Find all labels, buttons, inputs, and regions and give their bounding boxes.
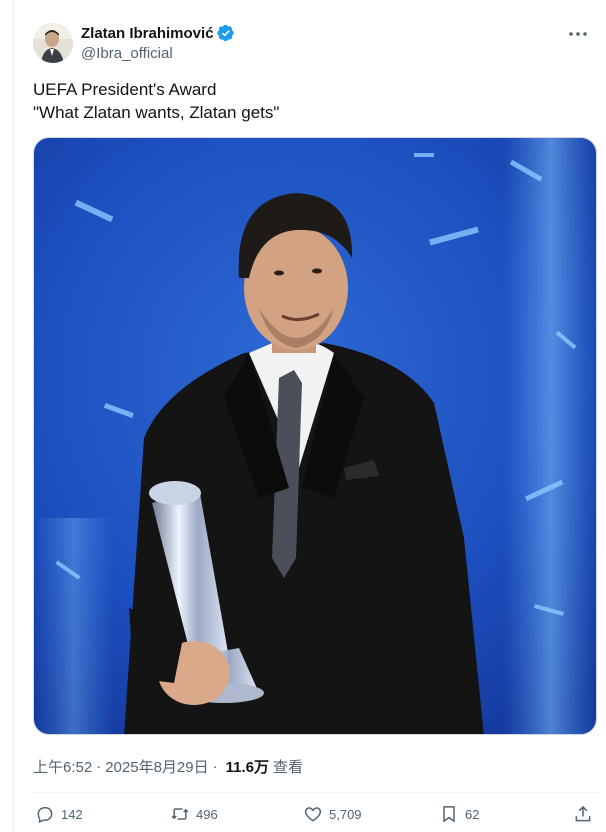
more-icon[interactable]: [565, 24, 591, 44]
tweet-photo[interactable]: [33, 137, 597, 735]
retweet-button[interactable]: 496: [170, 804, 218, 824]
views-label: 查看: [272, 759, 303, 776]
separator: ·: [96, 758, 102, 775]
reply-button[interactable]: 142: [35, 804, 83, 824]
views-count: 11.6万: [225, 759, 269, 776]
tweet-meta: 上午6:52 · 2025年8月29日 · 11.6万 查看: [33, 756, 303, 777]
share-icon: [575, 805, 591, 822]
divider: [33, 792, 597, 793]
avatar[interactable]: [33, 23, 73, 63]
tweet-line: UEFA President's Award: [33, 80, 217, 99]
display-name[interactable]: Zlatan Ibrahimović: [81, 25, 214, 42]
tweet-line: "What Zlatan wants, Zlatan gets": [33, 103, 280, 122]
heart-icon: [304, 807, 322, 822]
bookmark-button[interactable]: 62: [439, 804, 479, 824]
action-bar: 142 496 5,709 62: [33, 802, 597, 832]
tweet-date[interactable]: 2025年8月29日: [105, 756, 208, 777]
retweet-count: 496: [196, 806, 218, 822]
bookmark-count: 62: [465, 806, 480, 822]
like-count: 5,709: [329, 806, 362, 822]
verified-badge-icon: [216, 24, 235, 42]
timeline-border: [13, 0, 14, 832]
tweet-time[interactable]: 上午6:52: [33, 756, 92, 777]
tweet-header: Zlatan Ibrahimović @Ibra_official: [33, 20, 593, 66]
bookmark-icon: [443, 806, 455, 823]
separator: ·: [212, 758, 218, 775]
like-button[interactable]: 5,709: [303, 804, 362, 824]
reply-icon: [37, 807, 53, 824]
tweet-text: UEFA President's Award "What Zlatan want…: [33, 78, 279, 124]
reply-count: 142: [61, 806, 83, 822]
author-info: Zlatan Ibrahimović @Ibra_official: [81, 23, 235, 62]
share-button[interactable]: [573, 804, 599, 824]
retweet-icon: [171, 808, 189, 820]
handle[interactable]: @Ibra_official: [81, 45, 235, 62]
